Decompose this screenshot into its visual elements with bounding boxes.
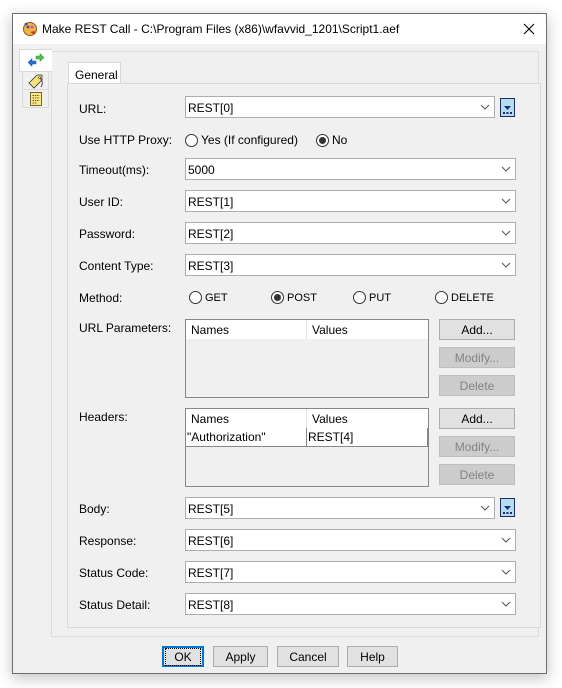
method-put-label: PUT <box>369 291 391 304</box>
headers-add-button[interactable]: Add... <box>439 408 515 429</box>
table-header: Names Values <box>186 320 428 339</box>
user-id-value: REST[1] <box>188 195 234 209</box>
method-post-radio[interactable]: POST <box>271 291 317 304</box>
column-header-names[interactable]: Names <box>186 320 307 339</box>
close-button[interactable] <box>512 14 546 44</box>
status-code-label: Status Code: <box>79 566 149 580</box>
tab-general[interactable]: General <box>68 62 121 84</box>
table-header: Names Values <box>186 409 428 428</box>
headers-table[interactable]: Names Values "Authorization" REST[4] <box>185 408 429 487</box>
radio-unchecked-icon <box>435 291 448 304</box>
side-tab-properties[interactable] <box>19 49 52 72</box>
proxy-yes-label: Yes (If configured) <box>201 133 298 147</box>
status-detail-label: Status Detail: <box>79 598 151 612</box>
method-label: Method: <box>79 291 123 305</box>
chevron-down-icon <box>480 505 490 511</box>
proxy-yes-radio[interactable]: Yes (If configured) <box>185 133 298 147</box>
proxy-no-label: No <box>332 133 348 147</box>
content-type-combobox[interactable]: REST[3] <box>185 254 516 276</box>
url-value: REST[0] <box>188 101 234 115</box>
side-tab-notes[interactable] <box>22 89 49 108</box>
expression-editor-icon <box>503 506 512 514</box>
method-put-radio[interactable]: PUT <box>353 291 391 304</box>
user-id-combobox[interactable]: REST[1] <box>185 190 516 212</box>
chevron-down-icon <box>501 569 511 575</box>
proxy-label: Use HTTP Proxy: <box>79 133 173 147</box>
timeout-label: Timeout(ms): <box>79 163 150 177</box>
chevron-down-icon <box>501 601 511 607</box>
chevron-down-icon <box>480 104 490 110</box>
help-button[interactable]: Help <box>347 646 398 667</box>
close-icon <box>523 23 535 35</box>
user-id-label: User ID: <box>79 195 124 209</box>
chevron-down-icon <box>501 166 511 172</box>
radio-unchecked-icon <box>189 291 202 304</box>
method-delete-radio[interactable]: DELETE <box>435 291 494 304</box>
headers-delete-button[interactable]: Delete <box>439 464 515 485</box>
body-combobox[interactable]: REST[5] <box>185 497 495 519</box>
radio-checked-icon <box>316 133 329 147</box>
timeout-combobox[interactable]: 5000 <box>185 158 516 180</box>
header-name-cell: "Authorization" <box>186 428 307 446</box>
expression-editor-icon <box>503 106 512 114</box>
url-parameters-add-button[interactable]: Add... <box>439 319 515 340</box>
status-code-combobox[interactable]: REST[7] <box>185 561 516 583</box>
headers-label: Headers: <box>79 410 128 424</box>
ok-button[interactable]: OK <box>162 646 204 667</box>
headers-modify-button[interactable]: Modify... <box>439 436 515 457</box>
method-post-label: POST <box>287 291 317 304</box>
apply-button[interactable]: Apply <box>213 646 268 667</box>
table-row[interactable]: "Authorization" REST[4] <box>186 428 428 447</box>
content-type-label: Content Type: <box>79 259 154 273</box>
chevron-down-icon <box>501 537 511 543</box>
response-label: Response: <box>79 534 137 548</box>
header-value-cell: REST[4] <box>308 430 354 444</box>
notepad-icon <box>29 91 42 106</box>
column-header-values[interactable]: Values <box>307 320 428 339</box>
status-detail-value: REST[8] <box>188 598 234 612</box>
side-tab-label[interactable] <box>22 71 49 90</box>
radio-checked-icon <box>271 291 284 304</box>
title-bar: Make REST Call - C:\Program Files (x86)\… <box>13 14 546 44</box>
body-expression-editor-button[interactable] <box>500 498 515 517</box>
password-label: Password: <box>79 227 136 241</box>
chevron-down-icon <box>501 230 511 236</box>
arrows-exchange-icon <box>27 52 45 67</box>
url-parameters-label: URL Parameters: <box>79 321 172 335</box>
window-title: Make REST Call - C:\Program Files (x86)\… <box>42 22 400 36</box>
make-rest-call-dialog: Make REST Call - C:\Program Files (x86)\… <box>12 13 547 674</box>
url-parameters-modify-button[interactable]: Modify... <box>439 347 515 368</box>
response-combobox[interactable]: REST[6] <box>185 529 516 551</box>
body-value: REST[5] <box>188 502 234 516</box>
status-detail-combobox[interactable]: REST[8] <box>185 593 516 615</box>
password-combobox[interactable]: REST[2] <box>185 222 516 244</box>
url-label: URL: <box>79 102 107 116</box>
method-delete-label: DELETE <box>451 291 494 304</box>
method-get-radio[interactable]: GET <box>189 291 228 304</box>
ok-label: OK <box>165 647 201 666</box>
url-expression-editor-button[interactable] <box>500 98 515 117</box>
response-value: REST[6] <box>188 534 234 548</box>
radio-unchecked-icon <box>185 133 198 147</box>
status-code-value: REST[7] <box>188 566 234 580</box>
tag-label-icon <box>27 74 43 89</box>
cancel-button[interactable]: Cancel <box>277 646 339 667</box>
content-type-value: REST[3] <box>188 259 234 273</box>
timeout-value: 5000 <box>188 163 215 177</box>
chevron-down-icon <box>501 198 511 204</box>
column-header-names[interactable]: Names <box>186 409 307 428</box>
body-label: Body: <box>79 502 110 516</box>
radio-unchecked-icon <box>353 291 366 304</box>
url-parameters-table[interactable]: Names Values <box>185 319 429 398</box>
url-parameters-delete-button[interactable]: Delete <box>439 375 515 396</box>
method-get-label: GET <box>205 291 228 304</box>
script-editor-icon <box>22 21 38 37</box>
password-value: REST[2] <box>188 227 234 241</box>
url-combobox[interactable]: REST[0] <box>185 96 495 118</box>
chevron-down-icon <box>501 262 511 268</box>
proxy-no-radio[interactable]: No <box>316 133 347 147</box>
column-header-values[interactable]: Values <box>307 409 428 428</box>
